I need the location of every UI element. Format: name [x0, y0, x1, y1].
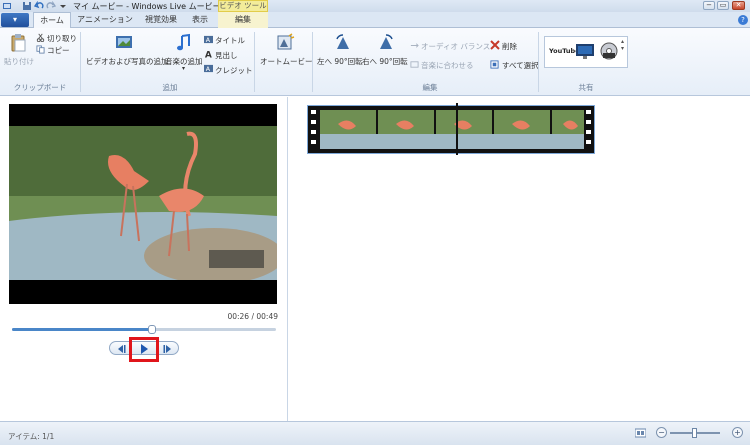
previous-frame-icon[interactable] [114, 342, 128, 356]
item-count: アイテム: 1/1 [8, 432, 55, 441]
rotate-right-icon[interactable] [376, 33, 396, 53]
add-music-dropdown-icon[interactable]: ▾ [182, 65, 185, 72]
share-gallery-scroll-icon[interactable]: ▴ ▾ [621, 38, 624, 52]
app-icon [3, 3, 11, 9]
thumbnail-size-icon[interactable] [635, 428, 646, 438]
delete-icon [490, 40, 500, 50]
quick-access-dropdown-icon[interactable] [58, 1, 68, 11]
caption-button[interactable]: 見出し [215, 50, 238, 61]
paste-icon[interactable] [9, 33, 29, 53]
video-clip-thumbnail[interactable] [307, 105, 595, 154]
scissors-icon [36, 33, 45, 42]
audio-balance-button[interactable]: オーディオ バランス [421, 41, 490, 52]
zoom-in-button[interactable]: + [732, 427, 743, 438]
copy-button[interactable]: コピー [47, 45, 70, 56]
credits-button[interactable]: クレジット [215, 65, 253, 76]
cut-button[interactable]: 切り取り [47, 33, 77, 44]
undo-icon[interactable] [34, 1, 44, 11]
monitor-share-icon[interactable] [575, 43, 595, 61]
rotate-right-button[interactable]: 右へ 90°回転 [362, 56, 408, 67]
fit-to-music-button[interactable]: 音楽に合わせる [421, 60, 474, 71]
application-menu-button[interactable]: ▾ [1, 13, 29, 27]
delete-button[interactable]: 削除 [502, 41, 517, 52]
add-videos-photos-button[interactable]: ビデオおよび写真の追加 [86, 56, 169, 67]
video-tools-context-label: ビデオ ツール [218, 0, 268, 12]
clipboard-group-label: クリップボード [13, 83, 67, 92]
copy-icon [36, 45, 45, 54]
automovie-icon[interactable] [275, 33, 295, 53]
select-all-button[interactable]: すべて選択 [502, 60, 539, 71]
tab-edit[interactable]: 編集 [218, 12, 268, 28]
audio-balance-icon [410, 43, 419, 48]
share-group-label: 共有 [578, 83, 594, 92]
next-frame-icon[interactable] [161, 342, 175, 356]
play-button-highlight [129, 337, 159, 362]
add-group-label: 追加 [162, 83, 178, 92]
music-note-icon[interactable] [174, 33, 194, 53]
title-bar: マイ ムービー - Windows Live ムービー ... ビデオ ツール … [0, 0, 750, 12]
zoom-slider[interactable] [670, 428, 720, 438]
share-gallery: YouTube [544, 36, 628, 68]
seek-bar[interactable] [12, 325, 276, 334]
svg-text:A: A [206, 37, 211, 44]
playhead-marker[interactable] [456, 103, 458, 155]
window-title: マイ ムービー - Windows Live ムービー ... [73, 2, 231, 11]
save-icon[interactable] [22, 1, 32, 11]
ribbon-tab-row: ▾ ホーム アニメーション 視覚効果 表示 編集 ? [0, 12, 750, 28]
dvd-share-icon[interactable] [599, 41, 619, 61]
caption-icon: A [205, 51, 212, 59]
redo-icon[interactable] [46, 1, 56, 11]
app-menu-arrow: ▾ [12, 15, 17, 24]
editing-group-label: 編集 [422, 83, 438, 92]
zoom-slider-thumb[interactable] [692, 428, 697, 438]
automovie-button[interactable]: オートムービー [260, 56, 313, 67]
tab-animation[interactable]: アニメーション [75, 12, 135, 28]
title-icon: A [204, 35, 213, 44]
select-all-icon [490, 60, 499, 69]
filmstrip-image [308, 106, 594, 153]
minimize-button[interactable]: − [703, 1, 715, 10]
rotate-left-button[interactable]: 左へ 90°回転 [317, 56, 363, 67]
paste-button[interactable]: 貼り付け [4, 56, 34, 67]
seek-bar-progress [12, 328, 152, 331]
group-divider [80, 32, 81, 92]
group-divider [538, 32, 539, 92]
fit-to-music-icon [410, 61, 419, 68]
zoom-out-button[interactable]: − [656, 427, 667, 438]
tab-visual-effects[interactable]: 視覚効果 [139, 12, 183, 28]
flamingo-image [9, 126, 277, 280]
title-button[interactable]: タイトル [215, 35, 245, 46]
svg-text:A: A [206, 66, 211, 73]
group-divider [312, 32, 313, 92]
add-videos-photos-icon[interactable] [114, 33, 134, 53]
svg-text:A: A [205, 51, 212, 59]
tab-home[interactable]: ホーム [33, 12, 71, 28]
seek-bar-thumb[interactable] [147, 325, 156, 334]
group-divider [254, 32, 255, 92]
restore-button[interactable]: ▭ [717, 1, 729, 10]
youtube-share-button[interactable]: YouTube [549, 45, 580, 57]
tab-view[interactable]: 表示 [186, 12, 214, 28]
playback-time: 00:26 / 00:49 [227, 312, 278, 321]
help-icon[interactable]: ? [738, 15, 748, 25]
close-button[interactable]: ✕ [732, 1, 745, 10]
video-preview[interactable] [9, 104, 277, 304]
credits-icon: A [204, 64, 213, 73]
rotate-left-icon[interactable] [333, 33, 353, 53]
